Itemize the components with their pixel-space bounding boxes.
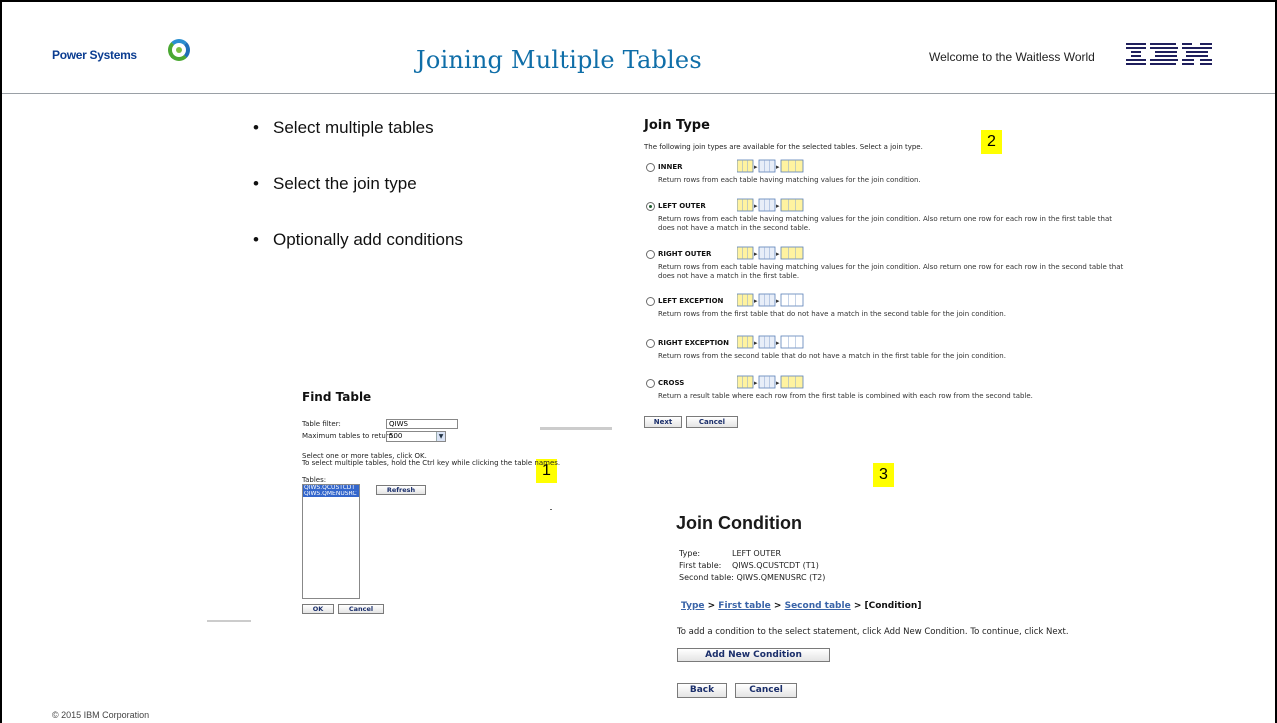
svg-text:▸: ▸ [754,250,758,258]
radio-icon[interactable] [646,379,655,388]
breadcrumb-second-table-link[interactable]: Second table [785,601,851,611]
refresh-button[interactable]: Refresh [376,485,426,495]
table-filter-label: Table filter: [302,420,341,428]
artifact-mark [540,427,612,430]
tables-label: Tables: [302,476,327,484]
svg-text:▸: ▸ [776,339,780,347]
ibm-logo [1126,43,1212,65]
header-divider [2,93,1275,94]
svg-text:▸: ▸ [776,379,780,387]
copyright: © 2015 IBM Corporation [52,710,150,720]
join-type-intro: The following join types are available f… [644,143,923,151]
artifact-mark [207,620,251,622]
first-table-key: First table: [679,561,722,570]
join-type-label[interactable]: RIGHT OUTER [658,250,711,258]
breadcrumb-type-link[interactable]: Type [681,601,704,611]
join-type-label[interactable]: RIGHT EXCEPTION [658,339,729,347]
svg-text:▸: ▸ [754,297,758,305]
svg-text:▸: ▸ [754,379,758,387]
join-type-label[interactable]: LEFT EXCEPTION [658,297,723,305]
second-table-value: QIWS.QMENUSRC (T2) [736,573,826,582]
join-type-title: Join Type [644,118,710,133]
join-type-row: Type: LEFT OUTER [679,549,781,558]
join-diagram-icon: ▸ ▸ [737,198,804,212]
find-table-cancel-button[interactable]: Cancel [338,604,384,614]
first-table-value: QIWS.QCUSTCDT (T1) [732,561,819,570]
radio-icon[interactable] [646,250,655,259]
callout-3: 3 [873,463,894,487]
bullet-item: Select multiple tables [253,118,463,174]
list-item[interactable]: QIWS.QMENUSRC [303,491,359,497]
join-diagram-icon: ▸ ▸ [737,246,804,260]
bullet-item: Select the join type [253,174,463,230]
tagline: Welcome to the Waitless World [929,50,1095,64]
first-table-row: First table: QIWS.QCUSTCDT (T1) [679,561,819,570]
join-type-description: Return rows from the second table that d… [658,352,1006,360]
power-systems-swirl-icon [168,39,190,61]
tables-listbox[interactable]: QIWS.QCUSTCDT QIWS.QMENUSRC [302,484,360,599]
join-type-cancel-button[interactable]: Cancel [686,416,738,428]
join-diagram-icon: ▸ ▸ [737,375,804,389]
svg-text:▸: ▸ [776,250,780,258]
join-diagram-icon: ▸ ▸ [737,335,804,349]
chevron-down-icon[interactable]: ▼ [436,432,445,441]
radio-icon[interactable] [646,339,655,348]
join-condition-help: To add a condition to the select stateme… [677,627,1069,637]
svg-text:▸: ▸ [776,202,780,210]
breadcrumb: Type > First table > Second table > [Con… [681,601,922,611]
second-table-row: Second table: QIWS.QMENUSRC (T2) [679,573,825,582]
type-key: Type: [679,549,701,558]
svg-text:▸: ▸ [776,297,780,305]
artifact-mark [550,509,552,510]
svg-text:▸: ▸ [754,163,758,171]
ok-button[interactable]: OK [302,604,334,614]
find-table-title: Find Table [302,390,372,404]
find-instruction-2: To select multiple tables, hold the Ctrl… [302,459,561,467]
join-type-label[interactable]: LEFT OUTER [658,202,706,210]
second-table-key: Second table: [679,573,734,582]
power-systems-logo: Power Systems [52,48,137,62]
radio-selected-icon[interactable] [646,202,655,211]
join-type-label[interactable]: CROSS [658,379,684,387]
join-diagram-icon: ▸ ▸ [737,293,804,307]
table-filter-input[interactable]: QIWS [386,419,458,429]
join-condition-cancel-button[interactable]: Cancel [735,683,797,698]
type-value: LEFT OUTER [732,549,782,558]
bullet-list: Select multiple tables Select the join t… [253,118,463,286]
slide-frame [0,0,1277,723]
join-type-description: Return rows from the first table that do… [658,310,1006,318]
add-new-condition-button[interactable]: Add New Condition [677,648,830,662]
callout-2: 2 [981,130,1002,154]
join-condition-title: Join Condition [676,513,802,533]
bullet-item: Optionally add conditions [253,230,463,286]
radio-icon[interactable] [646,163,655,172]
join-type-label[interactable]: INNER [658,163,683,171]
max-tables-select[interactable]: 500 ▼ [386,431,446,442]
join-type-description: Return rows from each table having match… [658,263,1124,280]
svg-text:▸: ▸ [754,202,758,210]
svg-text:▸: ▸ [754,339,758,347]
next-button[interactable]: Next [644,416,682,428]
svg-text:▸: ▸ [776,163,780,171]
join-diagram-icon: ▸ ▸ [737,159,804,173]
back-button[interactable]: Back [677,683,727,698]
radio-icon[interactable] [646,297,655,306]
join-type-description: Return rows from each table having match… [658,215,1112,232]
max-tables-label: Maximum tables to return: [302,432,396,440]
max-tables-value: 500 [389,432,403,440]
slide-title: Joining Multiple Tables [416,46,702,74]
join-type-description: Return rows from each table having match… [658,176,921,184]
breadcrumb-first-table-link[interactable]: First table [718,601,770,611]
breadcrumb-current: [Condition] [864,601,922,611]
join-type-description: Return a result table where each row fro… [658,392,1033,400]
